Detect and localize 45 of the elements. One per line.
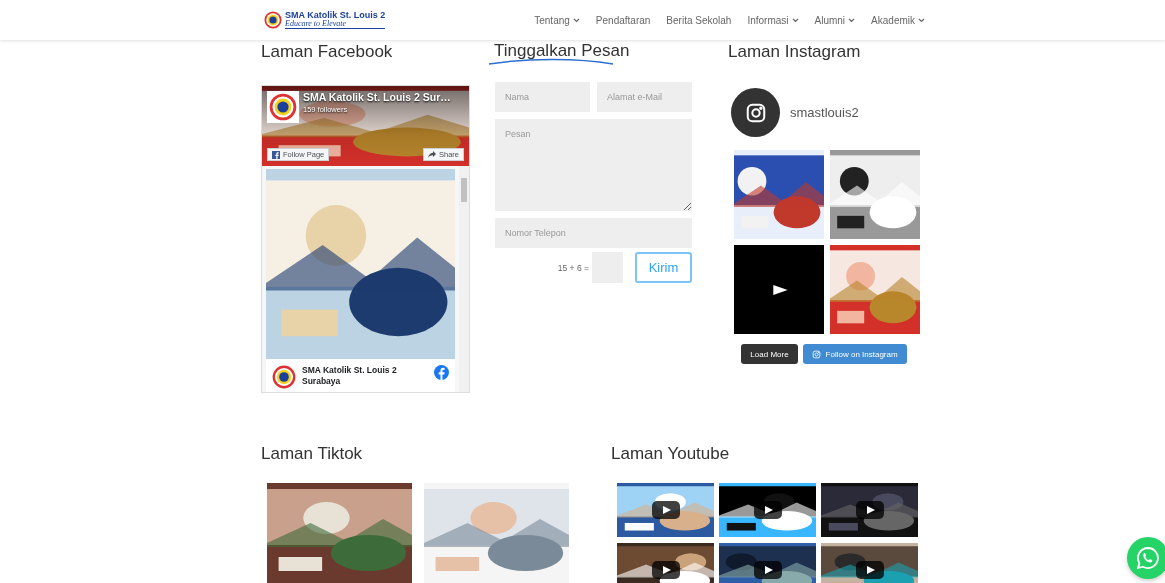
nav-link[interactable]: Tentang	[534, 14, 580, 26]
section-heading: Laman Instagram	[728, 41, 862, 63]
avatar[interactable]	[731, 88, 780, 137]
text-field[interactable]: Nama	[495, 82, 590, 112]
section-heading: Laman Facebook	[261, 41, 394, 63]
school-crest-icon	[264, 11, 282, 29]
load-more-button[interactable]: Load More	[741, 344, 798, 364]
chevron-down-icon	[572, 17, 580, 23]
share-icon	[428, 151, 436, 158]
scrollbar[interactable]	[459, 166, 469, 392]
username[interactable]: smastlouis2	[790, 105, 859, 120]
phone-icon	[1136, 546, 1160, 570]
nav-link[interactable]: Alumni	[814, 14, 856, 26]
section-heading: Laman Tiktok	[261, 443, 364, 465]
play-icon[interactable]	[855, 561, 884, 579]
follow-button[interactable]: Follow on Instagram	[802, 344, 907, 364]
logo-tagline: Educare to Elevate	[285, 20, 347, 28]
school-crest-icon	[269, 93, 297, 121]
captcha-question: 15 + 6 =	[557, 262, 589, 273]
play-icon[interactable]	[855, 501, 884, 519]
facebook-icon[interactable]	[434, 365, 449, 380]
message-field[interactable]: Pesan	[495, 119, 692, 211]
chevron-down-icon	[918, 17, 925, 23]
chevron-down-icon	[848, 17, 856, 23]
underline-swoosh-icon	[488, 58, 614, 66]
nav-link[interactable]: Informasi	[747, 14, 799, 26]
section-heading: Laman Youtube	[611, 443, 731, 465]
play-icon[interactable]	[753, 501, 782, 519]
play-icon[interactable]	[651, 561, 680, 579]
phone-field[interactable]: Nomor Telepon	[495, 218, 692, 248]
text-field[interactable]: Alamat e-Mail	[597, 82, 692, 112]
facebook-icon	[272, 150, 280, 159]
play-icon[interactable]	[753, 561, 782, 579]
instagram-icon	[744, 101, 767, 124]
page-card-name[interactable]: SMA Katolik St. Louis 2 Surabaya	[302, 365, 428, 388]
instagram-icon	[811, 349, 821, 359]
page-name[interactable]: SMA Katolik St. Louis 2 Sur…	[303, 91, 451, 103]
section-heading: Tinggalkan Pesan	[494, 40, 631, 62]
nav-link[interactable]: Akademik	[871, 14, 925, 26]
school-crest-icon	[272, 365, 296, 389]
logo-title[interactable]: SMA Katolik St. Louis 2	[285, 11, 386, 20]
nav-link[interactable]: Pendaftaran	[595, 14, 651, 26]
chevron-down-icon	[791, 17, 799, 23]
nav-link[interactable]: Berita Sekolah	[666, 14, 732, 26]
play-icon[interactable]	[651, 501, 680, 519]
